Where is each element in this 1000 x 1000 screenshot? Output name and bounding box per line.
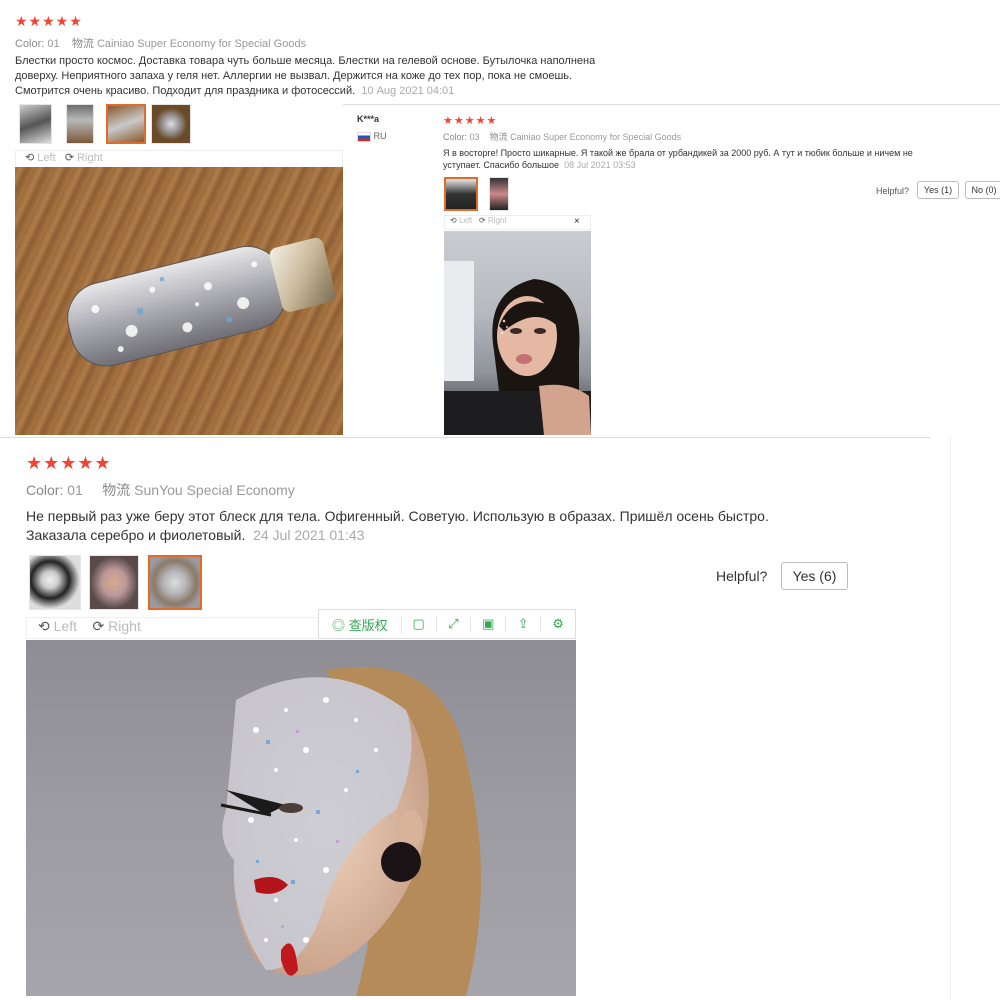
review-thumbnail[interactable]	[66, 104, 94, 144]
save-icon[interactable]: ▣	[471, 616, 507, 632]
review-text-line: Я в восторге! Просто шикарные. Я такой ж…	[443, 148, 913, 158]
logistics-label: 物流	[489, 132, 508, 142]
rotate-left-label[interactable]: Left	[459, 216, 472, 225]
selfie-image	[444, 261, 591, 435]
country-code: RU	[373, 131, 387, 141]
review-thumbnail-selected[interactable]	[148, 555, 202, 610]
rotate-right-icon[interactable]: ⟳	[93, 618, 105, 634]
rotate-right-icon[interactable]: ⟳	[65, 152, 74, 164]
rotate-controls: ⟲ Left ⟳ Right	[38, 618, 141, 635]
review-meta: Color: 01 物流 SunYou Special Economy	[26, 480, 295, 500]
rotate-controls: ⟲ Left ⟳ Right	[25, 151, 103, 164]
settings-icon[interactable]: ⚙	[541, 616, 575, 632]
helpful-label: Helpful?	[716, 568, 768, 584]
logistics-value: Cainiao Super Economy for Special Goods	[510, 132, 682, 142]
close-icon[interactable]: ×	[574, 216, 580, 227]
helpful-yes-button[interactable]: Yes (1)	[917, 181, 959, 199]
review-text-line: Заказала серебро и фиолетовый.	[26, 527, 246, 543]
review-date: 24 Jul 2021 01:43	[253, 527, 365, 543]
logistics-value: Cainiao Super Economy for Special Goods	[96, 38, 307, 50]
share-icon[interactable]: ⇪	[506, 616, 542, 632]
review-thumbnail[interactable]	[29, 555, 81, 610]
logistics-value: SunYou Special Economy	[134, 482, 295, 498]
review-date: 10 Aug 2021 04:01	[361, 85, 455, 97]
review-thumbnail[interactable]	[89, 555, 139, 610]
crop-icon[interactable]: ▢	[402, 616, 437, 632]
search-icon: ◎	[332, 617, 346, 633]
review-text-line: Блестки просто космос. Доставка товара ч…	[15, 55, 596, 67]
color-value: 01	[47, 38, 60, 50]
flag-ru-icon	[357, 131, 371, 142]
divider	[0, 437, 930, 438]
rotate-controls: ⟲ Left ⟳ Right	[450, 216, 507, 225]
review-text-line: уступает. Спасибо большое	[443, 160, 560, 170]
review-thumbnail-selected[interactable]	[444, 177, 478, 211]
rating-stars: ★★★★★	[443, 115, 498, 127]
color-label: Color:	[443, 132, 468, 142]
divider	[343, 104, 1000, 105]
rating-stars: ★★★★★	[26, 453, 112, 473]
logistics-label: 物流	[102, 482, 131, 498]
review-thumbnail[interactable]	[489, 177, 509, 211]
fullscreen-icon[interactable]: ⤢	[437, 616, 472, 632]
review-text: Я в восторге! Просто шикарные. Я такой ж…	[443, 147, 963, 171]
selected-indicator	[121, 143, 131, 144]
rating-stars: ★★★★★	[15, 13, 83, 29]
reviewer-name: K***a	[357, 114, 380, 124]
selected-indicator	[456, 210, 466, 211]
rotate-right-label[interactable]: Right	[108, 618, 141, 634]
review-text-line: доверху. Неприятного запаха у геля нет. …	[15, 70, 573, 82]
helpful-no-button[interactable]: No (0)	[965, 181, 1000, 199]
review-text-line: Не первый раз уже беру этот блеск для те…	[26, 508, 769, 524]
review-photo[interactable]	[15, 167, 343, 435]
rotate-right-label[interactable]: Right	[488, 216, 507, 225]
color-label: Color:	[26, 482, 64, 498]
review-text: Не первый раз уже беру этот блеск для те…	[26, 507, 866, 545]
review-thumbnail-selected[interactable]	[106, 104, 146, 144]
rotate-right-icon[interactable]: ⟳	[479, 216, 486, 225]
reviewer-country: RU	[357, 131, 387, 142]
rotate-left-icon[interactable]: ⟲	[450, 216, 457, 225]
copyright-check-label: 查版权	[348, 617, 388, 633]
divider	[950, 437, 951, 1000]
color-value: 03	[469, 132, 480, 142]
rotate-left-label[interactable]: Left	[54, 618, 77, 634]
review-date: 08 Jul 2021 03:53	[564, 160, 636, 170]
rotate-left-icon[interactable]: ⟲	[25, 152, 34, 164]
glitter-face-image	[220, 666, 481, 996]
color-value: 01	[67, 482, 83, 498]
rotate-right-label[interactable]: Right	[77, 152, 103, 164]
color-label: Color:	[15, 38, 45, 50]
review-photo[interactable]	[26, 640, 576, 996]
review-thumbnail[interactable]	[151, 104, 191, 144]
copyright-check-button[interactable]: ◎ 查版权	[319, 614, 402, 634]
rotate-left-label[interactable]: Left	[37, 152, 55, 164]
review-thumbnail[interactable]	[19, 104, 52, 144]
helpful-yes-button[interactable]: Yes (6)	[781, 562, 848, 590]
review-text: Блестки просто космос. Доставка товара ч…	[15, 54, 635, 99]
bottle-image	[67, 237, 336, 367]
image-toolbar: ◎ 查版权 ▢ ⤢ ▣ ⇪ ⚙	[318, 609, 576, 639]
review-meta: Color: 01 物流 Cainiao Super Economy for S…	[15, 35, 306, 51]
helpful-label: Helpful?	[876, 186, 910, 196]
review-photo[interactable]	[444, 231, 591, 435]
logistics-label: 物流	[71, 38, 94, 50]
review-text-line: Смотрится очень красиво. Подходит для пр…	[15, 85, 356, 97]
selected-indicator	[170, 609, 180, 610]
review-meta: Color: 03 物流 Cainiao Super Economy for S…	[443, 130, 681, 143]
rotate-left-icon[interactable]: ⟲	[38, 618, 50, 634]
